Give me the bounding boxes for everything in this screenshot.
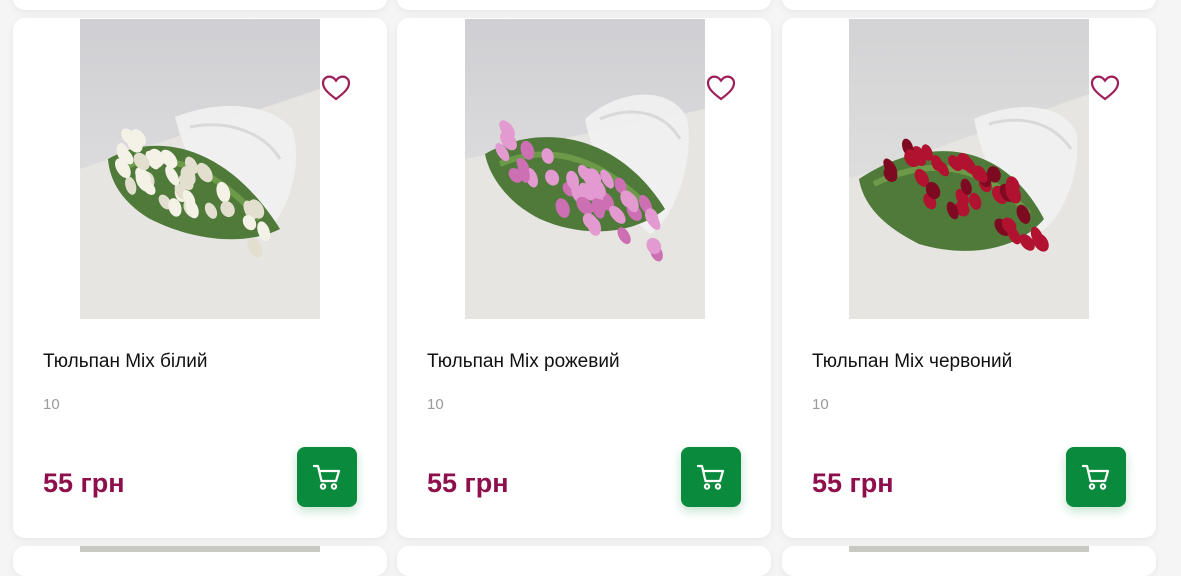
product-card-partial-top [782,0,1156,10]
product-title[interactable]: Тюльпан Mix рожевий [427,351,620,373]
product-card-partial-top [13,0,387,10]
add-to-cart-button[interactable] [297,447,357,507]
product-quantity: 10 [812,396,829,413]
product-photo[interactable] [849,19,1089,319]
shopping-cart-icon [696,464,725,490]
product-card-partial-bottom [782,546,1156,576]
product-photo[interactable] [465,19,705,319]
favorite-heart-icon[interactable] [1089,72,1121,104]
product-card[interactable]: Тюльпан Mix рожевий 10 55 грн [397,18,771,538]
product-card[interactable]: Тюльпан Mix білий 10 55 грн [13,18,387,538]
shopping-cart-icon [312,464,341,490]
product-price: 55 грн [812,468,894,498]
product-price: 55 грн [43,468,125,498]
product-card[interactable]: Тюльпан Mix червоний 10 55 грн [782,18,1156,538]
favorite-heart-icon[interactable] [320,72,352,104]
bouquet-image [849,19,1089,319]
product-quantity: 10 [427,396,444,413]
add-to-cart-button[interactable] [681,447,741,507]
product-title[interactable]: Тюльпан Mix білий [43,351,207,373]
bouquet-image [465,19,705,319]
product-card-partial-bottom [397,546,771,576]
shopping-cart-icon [1081,464,1110,490]
product-card-partial-bottom [13,546,387,576]
bouquet-image [80,19,320,319]
product-photo[interactable] [80,19,320,319]
add-to-cart-button[interactable] [1066,447,1126,507]
product-title[interactable]: Тюльпан Mix червоний [812,351,1012,373]
product-card-partial-top [397,0,771,10]
favorite-heart-icon[interactable] [705,72,737,104]
product-quantity: 10 [43,396,60,413]
product-price: 55 грн [427,468,509,498]
